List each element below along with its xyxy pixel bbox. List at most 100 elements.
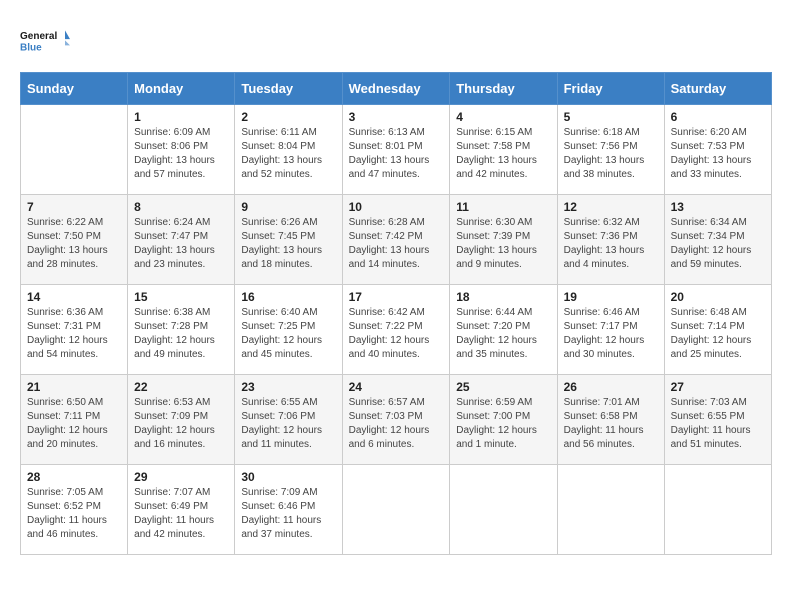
calendar-cell: 11 Sunrise: 6:30 AM Sunset: 7:39 PM Dayli… (450, 195, 557, 285)
cell-content: Sunrise: 6:24 AM Sunset: 7:47 PM Dayligh… (134, 216, 228, 272)
header-monday: Monday (128, 73, 235, 105)
cell-content: Sunrise: 6:53 AM Sunset: 7:09 PM Dayligh… (134, 396, 228, 452)
calendar-cell: 6 Sunrise: 6:20 AM Sunset: 7:53 PM Daylig… (664, 105, 771, 195)
cell-content: Sunrise: 7:03 AM Sunset: 6:55 PM Dayligh… (671, 396, 765, 452)
header-tuesday: Tuesday (235, 73, 342, 105)
cell-content: Sunrise: 6:46 AM Sunset: 7:17 PM Dayligh… (564, 306, 658, 362)
cell-content: Sunrise: 7:01 AM Sunset: 6:58 PM Dayligh… (564, 396, 658, 452)
header-sunday: Sunday (21, 73, 128, 105)
cell-content: Sunrise: 7:07 AM Sunset: 6:49 PM Dayligh… (134, 486, 228, 542)
calendar-cell: 22 Sunrise: 6:53 AM Sunset: 7:09 PM Dayli… (128, 375, 235, 465)
calendar-cell (557, 465, 664, 555)
calendar-cell: 24 Sunrise: 6:57 AM Sunset: 7:03 PM Dayli… (342, 375, 450, 465)
calendar-cell: 18 Sunrise: 6:44 AM Sunset: 7:20 PM Dayli… (450, 285, 557, 375)
calendar-cell: 15 Sunrise: 6:38 AM Sunset: 7:28 PM Dayli… (128, 285, 235, 375)
cell-content: Sunrise: 6:09 AM Sunset: 8:06 PM Dayligh… (134, 126, 228, 182)
calendar-cell: 14Sunrise: 6:36 AM Sunset: 7:31 PM Dayli… (21, 285, 128, 375)
calendar-cell: 26 Sunrise: 7:01 AM Sunset: 6:58 PM Dayli… (557, 375, 664, 465)
calendar-cell: 2Sunrise: 6:11 AM Sunset: 8:04 PM Daylig… (235, 105, 342, 195)
cell-content: Sunrise: 6:18 AM Sunset: 7:56 PM Dayligh… (564, 126, 658, 182)
week-row-4: 21 Sunrise: 6:50 AM Sunset: 7:11 PM Dayli… (21, 375, 772, 465)
day-number: 25 (456, 380, 550, 394)
day-number: 24 (349, 380, 444, 394)
header-wednesday: Wednesday (342, 73, 450, 105)
logo: General Blue (20, 20, 70, 62)
day-number: 7 (27, 200, 121, 214)
cell-content: Sunrise: 6:34 AM Sunset: 7:34 PM Dayligh… (671, 216, 765, 272)
day-number: 23 (241, 380, 335, 394)
calendar-cell: 16 Sunrise: 6:40 AM Sunset: 7:25 PM Dayli… (235, 285, 342, 375)
cell-content: Sunrise: 6:28 AM Sunset: 7:42 PM Dayligh… (349, 216, 444, 272)
day-number: 5 (564, 110, 658, 124)
calendar-cell: 28Sunrise: 7:05 AM Sunset: 6:52 PM Dayli… (21, 465, 128, 555)
calendar-table: SundayMondayTuesdayWednesdayThursdayFrid… (20, 72, 772, 555)
calendar-cell: 27 Sunrise: 7:03 AM Sunset: 6:55 PM Dayli… (664, 375, 771, 465)
svg-text:General: General (20, 31, 57, 42)
day-number: 21 (27, 380, 121, 394)
svg-text:Blue: Blue (20, 42, 42, 53)
day-number: 18 (456, 290, 550, 304)
calendar-cell (664, 465, 771, 555)
calendar-cell: 21 Sunrise: 6:50 AM Sunset: 7:11 PM Dayli… (21, 375, 128, 465)
calendar-cell: 1 Sunrise: 6:09 AM Sunset: 8:06 PM Daylig… (128, 105, 235, 195)
cell-content: Sunrise: 6:26 AM Sunset: 7:45 PM Dayligh… (241, 216, 335, 272)
cell-content: Sunrise: 6:40 AM Sunset: 7:25 PM Dayligh… (241, 306, 335, 362)
cell-content: Sunrise: 6:44 AM Sunset: 7:20 PM Dayligh… (456, 306, 550, 362)
calendar-cell: 3 Sunrise: 6:13 AM Sunset: 8:01 PM Daylig… (342, 105, 450, 195)
cell-content: Sunrise: 6:42 AM Sunset: 7:22 PM Dayligh… (349, 306, 444, 362)
logo-svg: General Blue (20, 20, 70, 62)
calendar-cell: 29 Sunrise: 7:07 AM Sunset: 6:49 PM Dayli… (128, 465, 235, 555)
calendar-cell: 8Sunrise: 6:24 AM Sunset: 7:47 PM Daylig… (128, 195, 235, 285)
cell-content: Sunrise: 6:59 AM Sunset: 7:00 PM Dayligh… (456, 396, 550, 452)
day-number: 14 (27, 290, 121, 304)
header-friday: Friday (557, 73, 664, 105)
day-number: 30 (241, 470, 335, 484)
day-number: 6 (671, 110, 765, 124)
calendar-cell: 23 Sunrise: 6:55 AM Sunset: 7:06 PM Dayli… (235, 375, 342, 465)
day-number: 27 (671, 380, 765, 394)
cell-content: Sunrise: 6:13 AM Sunset: 8:01 PM Dayligh… (349, 126, 444, 182)
week-row-5: 28Sunrise: 7:05 AM Sunset: 6:52 PM Dayli… (21, 465, 772, 555)
calendar-cell: 12 Sunrise: 6:32 AM Sunset: 7:36 PM Dayli… (557, 195, 664, 285)
page-header: General Blue (20, 20, 772, 62)
calendar-cell: 13 Sunrise: 6:34 AM Sunset: 7:34 PM Dayli… (664, 195, 771, 285)
day-number: 4 (456, 110, 550, 124)
cell-content: Sunrise: 7:09 AM Sunset: 6:46 PM Dayligh… (241, 486, 335, 542)
day-number: 9 (241, 200, 335, 214)
calendar-cell: 20Sunrise: 6:48 AM Sunset: 7:14 PM Dayli… (664, 285, 771, 375)
day-number: 22 (134, 380, 228, 394)
cell-content: Sunrise: 6:32 AM Sunset: 7:36 PM Dayligh… (564, 216, 658, 272)
day-number: 2 (241, 110, 335, 124)
day-number: 3 (349, 110, 444, 124)
day-number: 26 (564, 380, 658, 394)
cell-content: Sunrise: 6:30 AM Sunset: 7:39 PM Dayligh… (456, 216, 550, 272)
calendar-cell: 4Sunrise: 6:15 AM Sunset: 7:58 PM Daylig… (450, 105, 557, 195)
day-number: 20 (671, 290, 765, 304)
day-number: 11 (456, 200, 550, 214)
header-saturday: Saturday (664, 73, 771, 105)
cell-content: Sunrise: 6:55 AM Sunset: 7:06 PM Dayligh… (241, 396, 335, 452)
week-row-1: 1 Sunrise: 6:09 AM Sunset: 8:06 PM Daylig… (21, 105, 772, 195)
cell-content: Sunrise: 6:57 AM Sunset: 7:03 PM Dayligh… (349, 396, 444, 452)
calendar-cell: 30 Sunrise: 7:09 AM Sunset: 6:46 PM Dayli… (235, 465, 342, 555)
calendar-cell (450, 465, 557, 555)
cell-content: Sunrise: 6:20 AM Sunset: 7:53 PM Dayligh… (671, 126, 765, 182)
day-number: 1 (134, 110, 228, 124)
header-thursday: Thursday (450, 73, 557, 105)
day-number: 10 (349, 200, 444, 214)
day-number: 17 (349, 290, 444, 304)
day-number: 28 (27, 470, 121, 484)
cell-content: Sunrise: 6:38 AM Sunset: 7:28 PM Dayligh… (134, 306, 228, 362)
calendar-cell: 7 Sunrise: 6:22 AM Sunset: 7:50 PM Daylig… (21, 195, 128, 285)
day-number: 13 (671, 200, 765, 214)
day-number: 12 (564, 200, 658, 214)
day-number: 16 (241, 290, 335, 304)
cell-content: Sunrise: 6:22 AM Sunset: 7:50 PM Dayligh… (27, 216, 121, 272)
cell-content: Sunrise: 6:50 AM Sunset: 7:11 PM Dayligh… (27, 396, 121, 452)
day-number: 15 (134, 290, 228, 304)
calendar-cell: 10 Sunrise: 6:28 AM Sunset: 7:42 PM Dayli… (342, 195, 450, 285)
week-row-2: 7 Sunrise: 6:22 AM Sunset: 7:50 PM Daylig… (21, 195, 772, 285)
day-number: 29 (134, 470, 228, 484)
calendar-cell (21, 105, 128, 195)
calendar-cell: 9 Sunrise: 6:26 AM Sunset: 7:45 PM Daylig… (235, 195, 342, 285)
